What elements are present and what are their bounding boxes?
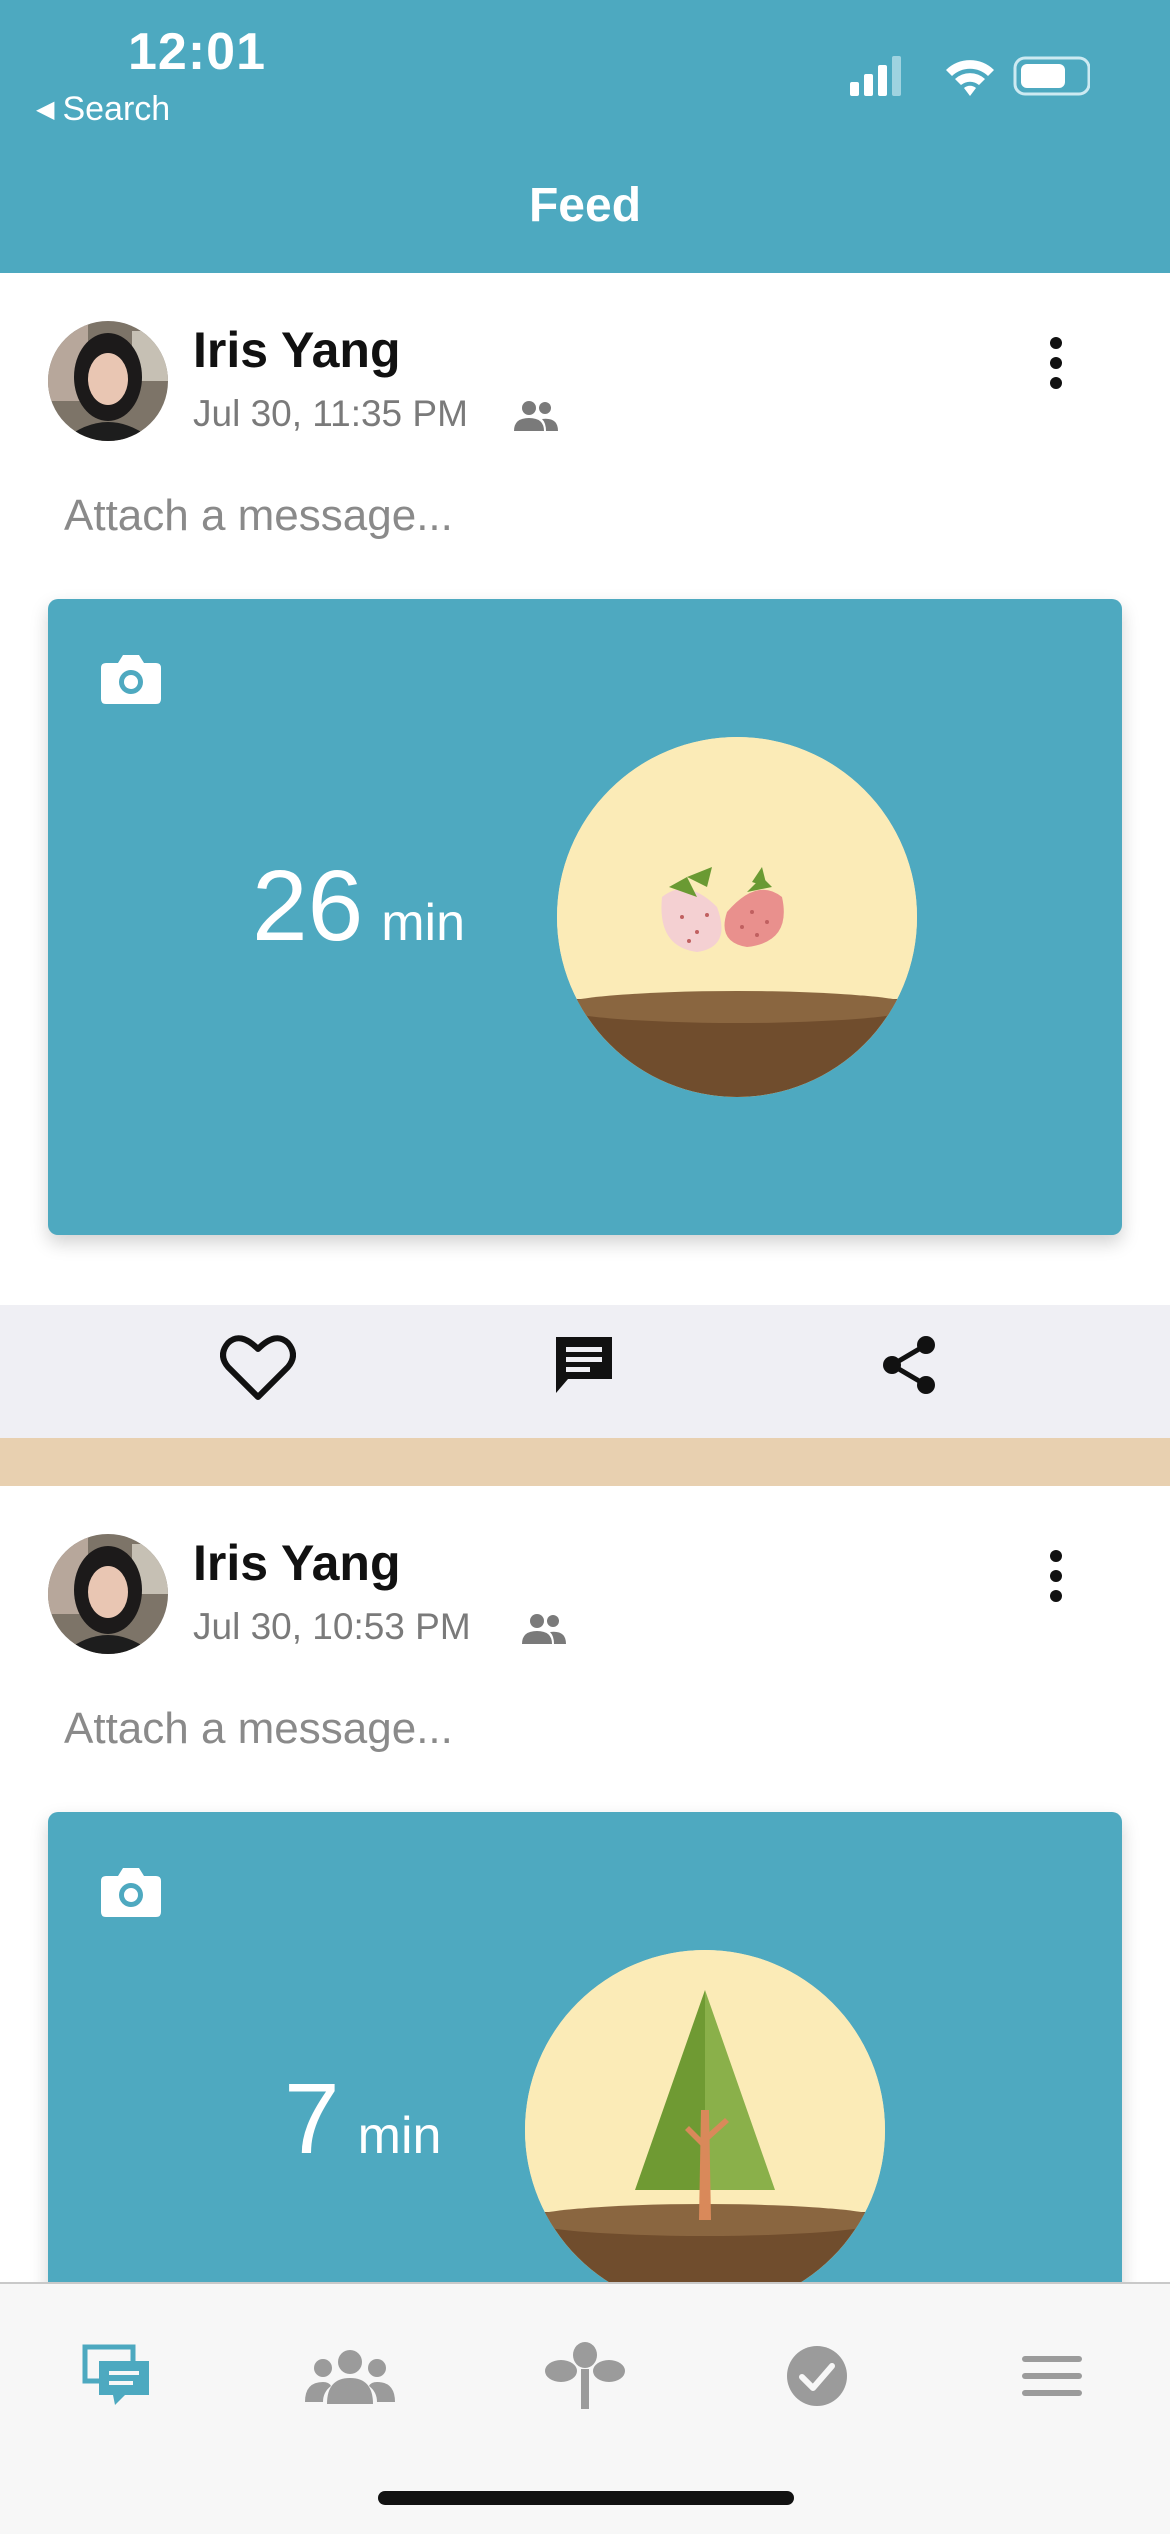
check-icon: [787, 2346, 847, 2406]
focus-duration: 26 min: [252, 849, 465, 964]
page-title: Feed: [528, 179, 642, 232]
post-timestamp: Jul 30, 11:35 PM: [193, 393, 468, 434]
more-options-icon[interactable]: [1036, 1546, 1076, 1606]
back-label: Search: [62, 90, 171, 128]
tree-plant-image: [525, 1950, 885, 2310]
more-options-icon[interactable]: [1036, 333, 1076, 393]
home-indicator[interactable]: [378, 2491, 794, 2505]
menu-icon: [1022, 2356, 1082, 2396]
post-divider: [0, 1438, 1170, 1486]
message-input[interactable]: Attach a message...: [64, 491, 453, 541]
post-action-bar: [0, 1305, 1170, 1438]
heart-icon[interactable]: [220, 1333, 296, 1403]
message-input[interactable]: Attach a message...: [64, 1704, 453, 1754]
plant-icon: [545, 2342, 625, 2409]
camera-icon[interactable]: [100, 651, 162, 705]
back-to-search-link[interactable]: ◀ Search: [36, 90, 170, 129]
duration-value: 7: [284, 2063, 340, 2175]
status-time: 12:01: [128, 23, 266, 81]
battery-icon: [1013, 56, 1090, 96]
status-icons: [850, 56, 1090, 96]
strawberry-plant-image: [557, 737, 917, 1097]
tab-menu[interactable]: [992, 2326, 1112, 2426]
focus-duration: 7 min: [284, 2062, 441, 2177]
comment-icon[interactable]: [552, 1333, 616, 1397]
tab-feed[interactable]: [57, 2326, 177, 2426]
post-timestamp: Jul 30, 10:53 PM: [193, 1606, 471, 1647]
camera-icon[interactable]: [100, 1864, 162, 1918]
duration-value: 26: [252, 850, 364, 962]
signal-icon: [850, 56, 901, 96]
post-card: Iris Yang Jul 30, 10:53 PM Attach a mess…: [0, 1486, 1170, 2448]
tab-achievements[interactable]: [757, 2326, 877, 2426]
tab-friends[interactable]: [290, 2326, 410, 2426]
duration-unit: min: [357, 2107, 442, 2165]
feed-icon: [82, 2344, 149, 2405]
header: 12:01 ◀ Search Feed: [0, 0, 1170, 273]
duration-unit: min: [381, 894, 466, 952]
share-icon[interactable]: [880, 1333, 940, 1397]
friends-visibility-icon: [514, 401, 558, 431]
avatar[interactable]: [48, 321, 168, 441]
avatar[interactable]: [48, 1534, 168, 1654]
friends-visibility-icon: [522, 1614, 566, 1644]
friends-icon: [305, 2350, 395, 2404]
wifi-icon: [946, 60, 994, 96]
user-name[interactable]: Iris Yang: [193, 321, 401, 379]
session-card[interactable]: 26 min: [48, 599, 1122, 1235]
back-arrow-icon: ◀: [36, 96, 55, 123]
tab-plant[interactable]: [525, 2326, 645, 2426]
post-card: Iris Yang Jul 30, 11:35 PM Attach a mess…: [0, 273, 1170, 1305]
user-name[interactable]: Iris Yang: [193, 1534, 401, 1592]
